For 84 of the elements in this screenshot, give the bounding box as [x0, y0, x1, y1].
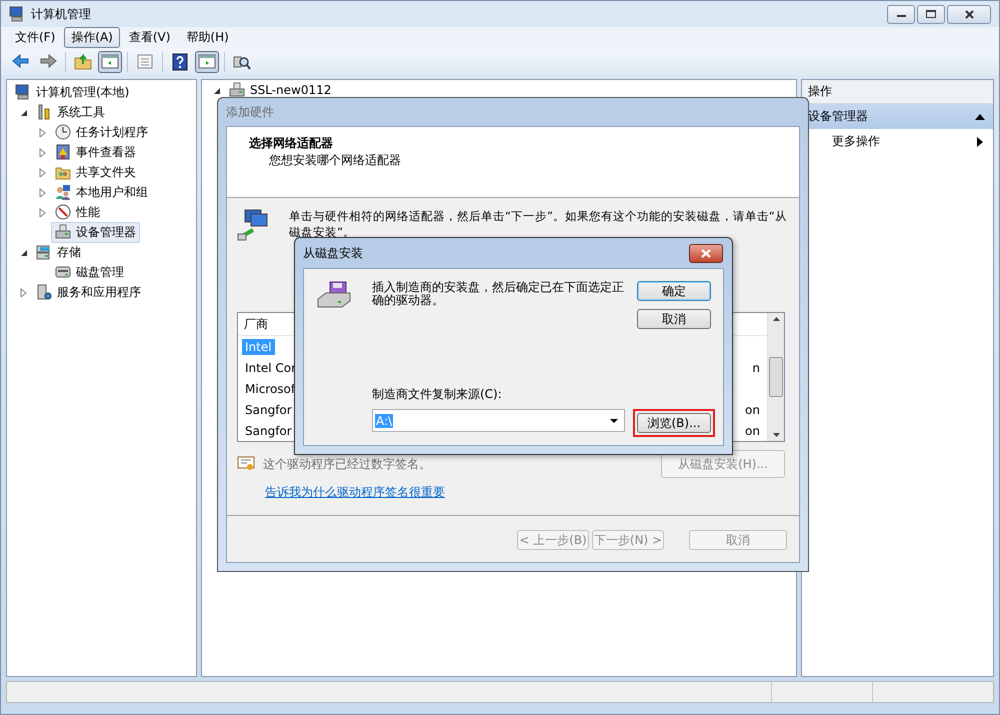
column-header[interactable]: 厂商: [244, 316, 268, 332]
menu-item[interactable]: 操作(A): [64, 27, 120, 48]
maximize-button[interactable]: [917, 4, 945, 24]
device-icon: [55, 224, 71, 240]
scroll-down-icon: [772, 433, 780, 437]
expanded-arrow-icon[interactable]: [19, 248, 28, 256]
expanded-arrow-icon[interactable]: [212, 86, 221, 94]
forward-arrow-icon: [39, 52, 57, 70]
tree-item[interactable]: 事件查看器: [51, 142, 140, 162]
collapsed-arrow-icon[interactable]: [38, 168, 47, 176]
menu-item[interactable]: 文件(F): [8, 27, 62, 48]
dialog-message: 插入制造商的安装盘，然后确定已在下面选定正确的驱动器。: [372, 281, 625, 309]
signature-text: 这个驱动程序已经过数字签名。: [263, 456, 431, 472]
collapsed-arrow-icon[interactable]: [38, 188, 47, 196]
users-icon: [55, 184, 71, 200]
device-icon: [229, 82, 245, 98]
instruction-text: 单击与硬件相符的网络适配器，然后单击“下一步”。如果您有这个功能的安装磁盘，请单击“从磁盘安装”。: [289, 208, 787, 240]
show-tree-button[interactable]: [98, 50, 122, 72]
list-cell-text: n: [751, 360, 761, 376]
log-icon: [55, 144, 71, 160]
action-item[interactable]: 更多操作: [832, 133, 880, 150]
server-icon: [36, 284, 52, 300]
tree-item[interactable]: 共享文件夹: [51, 162, 140, 182]
tree-item[interactable]: 系统工具: [32, 102, 109, 122]
computer-icon: [15, 84, 31, 100]
collapsed-arrow-icon[interactable]: [38, 148, 47, 156]
list-cell-text: on: [744, 422, 761, 438]
properties-icon: [136, 52, 154, 70]
list-item[interactable]: Sangfor: [242, 422, 295, 438]
computer-icon: [9, 6, 25, 22]
collapsed-arrow-icon[interactable]: [38, 128, 47, 136]
dialog-title: 添加硬件: [225, 104, 275, 120]
collapsed-arrow-icon[interactable]: [38, 208, 47, 216]
show-action-pane-icon: [198, 52, 216, 70]
disk-drive-icon: [55, 264, 71, 280]
ok-button[interactable]: 确定: [637, 281, 711, 301]
collapsed-arrow-icon[interactable]: [19, 288, 28, 296]
menu-item[interactable]: 帮助(H): [179, 27, 236, 48]
close-button[interactable]: [947, 4, 991, 24]
tools-icon: [36, 104, 52, 120]
tree-item[interactable]: 存储: [32, 242, 85, 262]
minimize-button[interactable]: [887, 4, 915, 24]
list-cell-text: on: [744, 402, 761, 418]
menu-item[interactable]: 查看(V): [122, 27, 178, 48]
storage-icon: [36, 244, 52, 260]
back-arrow-icon: [12, 52, 30, 70]
show-action-pane-button[interactable]: [195, 50, 219, 72]
scrollbar-thumb[interactable]: [769, 357, 783, 397]
dropdown-arrow-icon[interactable]: [610, 418, 618, 422]
browse-button[interactable]: 浏览(B)...: [637, 413, 711, 433]
pane-header: 操作: [802, 80, 993, 104]
clock-icon: [55, 124, 71, 140]
tree-item[interactable]: SSL-new0112: [225, 80, 336, 100]
tree-item[interactable]: 服务和应用程序: [32, 282, 145, 302]
tree-item[interactable]: 计算机管理(本地): [11, 82, 134, 102]
close-button[interactable]: [689, 244, 723, 262]
close-icon: [964, 10, 974, 18]
certificate-icon: [237, 456, 255, 472]
dialog-title: 从磁盘安装: [303, 244, 363, 262]
tree-item[interactable]: 本地用户和组: [51, 182, 152, 202]
tree-item[interactable]: 设备管理器: [51, 222, 140, 242]
source-label: 制造商文件复制来源(C):: [372, 386, 503, 403]
scroll-up-icon: [772, 317, 780, 321]
scrollbar[interactable]: [767, 313, 784, 441]
tree-item[interactable]: 磁盘管理: [51, 262, 128, 282]
maximize-icon: [926, 10, 936, 18]
help-icon: [171, 52, 189, 70]
list-item[interactable]: Microsof: [242, 380, 298, 396]
signature-info-link[interactable]: 告诉我为什么驱动程序签名很重要: [265, 484, 445, 501]
show-tree-icon: [101, 52, 119, 70]
gauge-icon: [55, 204, 71, 220]
wizard-subheading: 您想安装哪个网络适配器: [268, 152, 402, 169]
folder-up-icon: [74, 52, 92, 70]
submenu-arrow-icon: [977, 136, 983, 146]
tree-item[interactable]: 性能: [51, 202, 104, 222]
list-item[interactable]: Sangfor: [242, 402, 295, 418]
close-icon: [701, 248, 711, 258]
cancel-button[interactable]: 取消: [637, 309, 711, 329]
collapse-arrow-icon[interactable]: [975, 114, 985, 120]
expanded-arrow-icon[interactable]: [19, 108, 28, 116]
wizard-heading: 选择网络适配器: [249, 135, 334, 152]
tree-item[interactable]: 任务计划程序: [51, 122, 152, 142]
window-title: 计算机管理: [31, 6, 91, 22]
section-title: 设备管理器: [808, 108, 868, 125]
